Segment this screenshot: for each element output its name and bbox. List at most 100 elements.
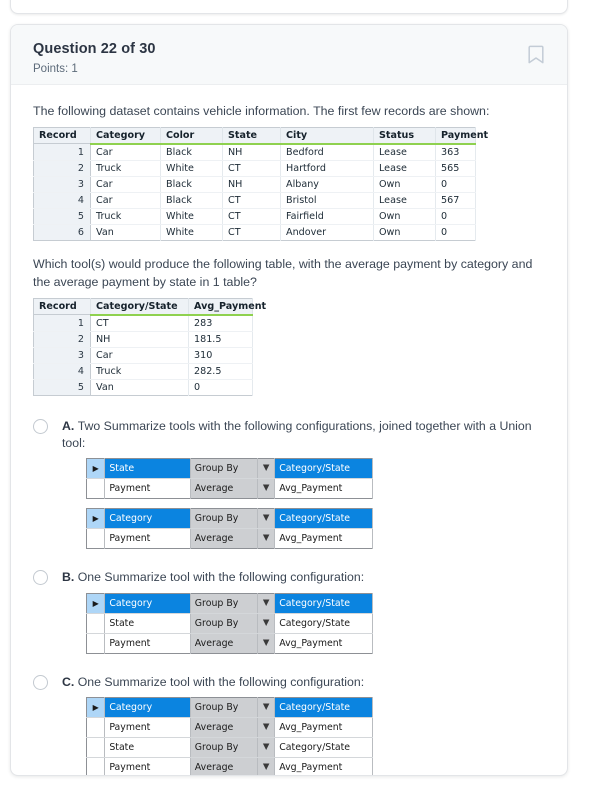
config-field-cell[interactable]: Category [104, 593, 191, 614]
table-cell: Car [90, 143, 161, 161]
chevron-down-icon[interactable]: ▼ [257, 593, 276, 614]
column-header: City [280, 127, 374, 145]
bookmark-icon[interactable] [525, 43, 547, 65]
chevron-down-icon[interactable]: ▼ [257, 697, 276, 718]
radio-button[interactable] [33, 418, 48, 434]
config-row[interactable]: Payment Average ▼ Avg_Payment [86, 633, 373, 654]
config-row[interactable]: Payment Average ▼ Avg_Payment [86, 757, 373, 775]
config-output-cell[interactable]: Avg_Payment [274, 478, 373, 499]
config-output-cell[interactable]: Category/State [274, 613, 373, 634]
config-field-cell[interactable]: State [104, 613, 191, 634]
config-action-cell[interactable]: Group By [190, 697, 258, 718]
config-field-cell[interactable]: State [104, 737, 191, 758]
table-cell: NH [90, 331, 189, 348]
config-action-cell[interactable]: Average [190, 757, 258, 775]
config-output-cell[interactable]: Category/State [274, 458, 373, 480]
row-selector[interactable] [86, 633, 106, 654]
config-field-cell[interactable]: Category [104, 697, 191, 718]
config-action-cell[interactable]: Group By [190, 737, 258, 758]
table-cell: CT [222, 192, 281, 209]
table-cell: Lease [373, 143, 436, 161]
config-output-cell[interactable]: Category/State [274, 593, 373, 614]
record-number: 5 [33, 379, 91, 396]
radio-button[interactable] [33, 570, 48, 586]
config-action-cell[interactable]: Group By [190, 458, 258, 480]
record-number: 2 [33, 331, 91, 348]
chevron-down-icon[interactable]: ▼ [257, 633, 276, 654]
config-field-cell[interactable]: Payment [104, 757, 191, 775]
row-selector[interactable] [86, 757, 106, 775]
config-row[interactable]: ▶ Category Group By ▼ Category/State [86, 697, 373, 718]
chevron-down-icon[interactable]: ▼ [257, 458, 276, 480]
config-row[interactable]: Payment Average ▼ Avg_Payment [86, 478, 373, 499]
answer-option-a[interactable]: A. Two Summarize tools with the followin… [33, 418, 545, 550]
table-cell: 567 [435, 192, 476, 209]
config-action-cell[interactable]: Average [190, 633, 258, 654]
config-row[interactable]: State Group By ▼ Category/State [86, 613, 373, 634]
summarize-config-grid: ▶ Category Group By ▼ Category/State Payment A… [86, 508, 545, 550]
config-row[interactable]: Payment Average ▼ Avg_Payment [86, 717, 373, 738]
summarize-config-grid: ▶ Category Group By ▼ Category/State State Gro… [86, 592, 545, 654]
config-action-cell[interactable]: Average [190, 478, 258, 499]
row-selector[interactable] [86, 717, 106, 738]
table-cell: 363 [435, 143, 476, 161]
config-output-cell[interactable]: Category/State [274, 697, 373, 718]
row-selector[interactable] [86, 478, 106, 499]
table-row: 2 NH 181.5 [33, 331, 253, 348]
table-cell: CT [222, 160, 281, 177]
chevron-down-icon[interactable]: ▼ [257, 508, 276, 530]
config-action-cell[interactable]: Group By [190, 613, 258, 634]
config-field-cell[interactable]: Category [104, 508, 191, 530]
row-selector[interactable] [86, 737, 106, 758]
table-row: 4 Truck 282.5 [33, 363, 253, 380]
option-letter: A. [62, 418, 78, 433]
row-selector[interactable] [86, 613, 106, 634]
config-field-cell[interactable]: Payment [104, 633, 191, 654]
table-row: 3 Car Black NH Albany Own 0 [33, 176, 476, 193]
table-cell: Bedford [280, 143, 374, 161]
config-row[interactable]: ▶ Category Group By ▼ Category/State [86, 508, 373, 530]
config-row[interactable]: ▶ State Group By ▼ Category/State [86, 458, 373, 480]
config-action-cell[interactable]: Average [190, 528, 258, 549]
row-selector-arrow-icon[interactable]: ▶ [86, 593, 106, 614]
config-output-cell[interactable]: Avg_Payment [274, 528, 373, 549]
answer-option-c[interactable]: C. One Summarize tool with the following… [33, 674, 545, 775]
config-field-cell[interactable]: State [104, 458, 191, 480]
chevron-down-icon[interactable]: ▼ [257, 737, 276, 758]
column-header: Status [373, 127, 436, 145]
dataset-table: Record Category Color State City Status Paymen… [33, 126, 488, 241]
config-field-cell[interactable]: Payment [104, 717, 191, 738]
table-header-row: Record Category Color State City Status Paymen… [33, 127, 488, 145]
config-field-cell[interactable]: Payment [104, 528, 191, 549]
row-selector-arrow-icon[interactable]: ▶ [86, 458, 106, 480]
config-action-cell[interactable]: Group By [190, 508, 258, 530]
config-output-cell[interactable]: Category/State [274, 737, 373, 758]
config-row[interactable]: ▶ Category Group By ▼ Category/State [86, 593, 373, 614]
config-action-cell[interactable]: Group By [190, 593, 258, 614]
table-cell: Truck [90, 160, 161, 177]
chevron-down-icon[interactable]: ▼ [257, 478, 276, 499]
option-letter: C. [62, 674, 78, 689]
column-header: Category [90, 127, 161, 145]
config-action-cell[interactable]: Average [190, 717, 258, 738]
table-row: 1 Car Black NH Bedford Lease 363 [33, 143, 476, 161]
config-output-cell[interactable]: Avg_Payment [274, 633, 373, 654]
chevron-down-icon[interactable]: ▼ [257, 613, 276, 634]
config-field-cell[interactable]: Payment [104, 478, 191, 499]
row-selector-arrow-icon[interactable]: ▶ [86, 697, 106, 718]
column-header: Category/State [90, 298, 189, 316]
table-cell: Lease [373, 192, 436, 209]
config-output-cell[interactable]: Avg_Payment [274, 757, 373, 775]
config-output-cell[interactable]: Avg_Payment [274, 717, 373, 738]
config-output-cell[interactable]: Category/State [274, 508, 373, 530]
chevron-down-icon[interactable]: ▼ [257, 717, 276, 738]
chevron-down-icon[interactable]: ▼ [257, 528, 276, 549]
config-row[interactable]: State Group By ▼ Category/State [86, 737, 373, 758]
answer-option-b[interactable]: B. One Summarize tool with the following… [33, 569, 545, 654]
row-selector[interactable] [86, 528, 106, 549]
row-selector-arrow-icon[interactable]: ▶ [86, 508, 106, 530]
table-header-row: Record Category/State Avg_Payment [33, 298, 266, 316]
config-row[interactable]: Payment Average ▼ Avg_Payment [86, 528, 373, 549]
chevron-down-icon[interactable]: ▼ [257, 757, 276, 775]
radio-button[interactable] [33, 674, 48, 690]
